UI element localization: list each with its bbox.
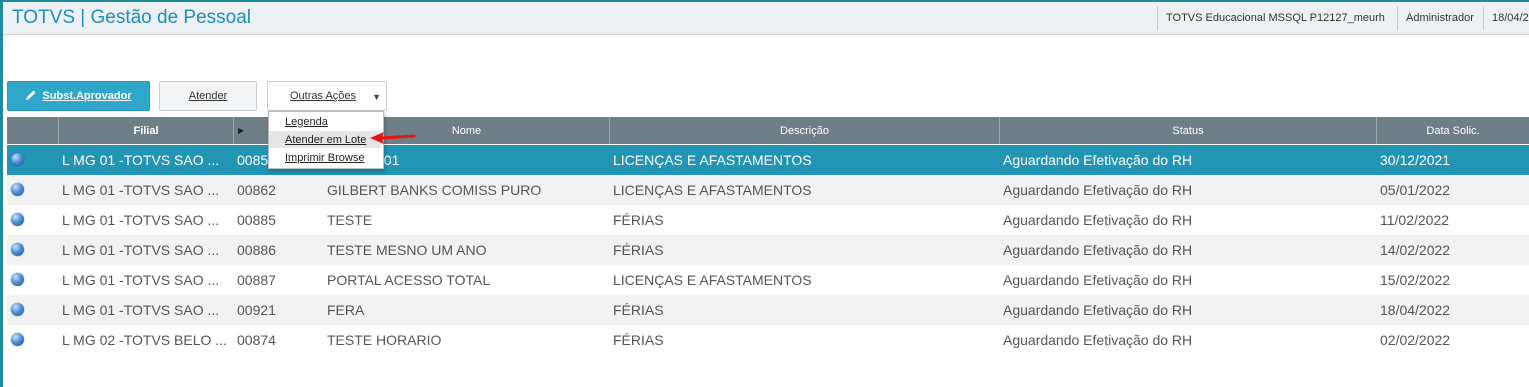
cell-data: 05/01/2022 (1380, 182, 1451, 198)
status-led-icon (11, 333, 24, 346)
menu-item-legenda[interactable]: Legenda (269, 113, 381, 130)
cell-data: 11/02/2022 (1380, 212, 1450, 228)
cell-status: Aguardando Efetivação do RH (1003, 272, 1193, 288)
table-row[interactable]: L MG 01 -TOTVS SAO ... 00862 GILBERT BANKS… (7, 175, 1529, 205)
cell-status: Aguardando Efetivação do RH (1003, 332, 1193, 348)
app-title: TOTVS | Gestão de Pessoal (12, 7, 252, 28)
column-header-legend[interactable] (7, 117, 59, 144)
cell-nome: TESTE HORARIO (327, 332, 442, 348)
cell-nome: GILBERT BANKS COMISS PURO (327, 182, 542, 198)
cell-status: Aguardando Efetivação do RH (1003, 182, 1193, 198)
subst-aprovador-button[interactable]: Subst.Aprovador (7, 81, 150, 111)
cell-codigo: 00862 (237, 182, 276, 198)
cell-codigo: 00885 (237, 212, 276, 228)
table-row[interactable]: L MG 01 -TOTVS SAO ... 00885 TESTE FÉRIAS Ag… (7, 205, 1529, 235)
status-led-icon (11, 213, 24, 226)
pencil-icon (25, 89, 39, 104)
menu-item-label: Legenda (285, 115, 328, 128)
cell-status: Aguardando Efetivação do RH (1003, 302, 1193, 318)
column-header-status[interactable]: Status (1000, 117, 1377, 144)
cell-filial: L MG 01 -TOTVS SAO ... (62, 152, 220, 168)
cell-descricao: LICENÇAS E AFASTAMENTOS (613, 272, 812, 288)
cell-filial: L MG 01 -TOTVS SAO ... (62, 212, 220, 228)
table-row[interactable]: L MG 02 -TOTVS BELO ... 00874 TESTE HORARI… (7, 325, 1529, 355)
status-led-icon (11, 183, 24, 196)
outras-acoes-dropdown[interactable]: Outras Ações ▼ (267, 81, 387, 111)
cell-descricao: FÉRIAS (613, 332, 664, 348)
table-row[interactable]: L MG 01 -TOTVS SAO ... 00921 FERA FÉRIAS Agu… (7, 295, 1529, 325)
cell-status: Aguardando Efetivação do RH (1003, 152, 1193, 168)
cell-data: 14/02/2022 (1380, 242, 1451, 258)
user-label[interactable]: Administrador (1397, 6, 1478, 30)
environment-label: TOTVS Educacional MSSQL P12127_meurh (1157, 6, 1390, 30)
cell-descricao: LICENÇAS E AFASTAMENTOS (613, 152, 812, 168)
subst-aprovador-label: Subst.Aprovador (42, 90, 132, 102)
cell-data: 15/02/2022 (1380, 272, 1451, 288)
table-row[interactable]: L MG 01 -TOTVS SAO ...00851TESTE 101LICE… (7, 145, 1529, 175)
cell-descricao: LICENÇAS E AFASTAMENTOS (613, 182, 812, 198)
status-led-icon (11, 243, 24, 256)
red-arrow-icon (368, 129, 416, 152)
cell-codigo: 00886 (237, 242, 276, 258)
cell-data: 30/12/2021 (1380, 152, 1451, 168)
column-header-descricao[interactable]: Descrição (610, 117, 1000, 144)
column-header-data[interactable]: Data Solic. (1377, 117, 1529, 144)
atender-label: Atender (188, 90, 228, 102)
cell-nome: PORTAL ACESSO TOTAL (327, 272, 491, 288)
cell-descricao: FÉRIAS (613, 212, 664, 228)
outras-acoes-menu: Legenda Atender em Lote Imprimir Browse (268, 111, 384, 169)
menu-item-atender-em-lote[interactable]: Atender em Lote (269, 131, 381, 148)
cell-filial: L MG 01 -TOTVS SAO ... (62, 182, 220, 198)
outras-acoes-label: Outras Ações (290, 90, 357, 102)
cell-filial: L MG 02 -TOTVS BELO ... (62, 332, 227, 348)
chevron-down-icon: ▼ (372, 92, 381, 102)
cell-filial: L MG 01 -TOTVS SAO ... (62, 242, 220, 258)
cell-data: 02/02/2022 (1380, 332, 1451, 348)
menu-item-imprimir-browse[interactable]: Imprimir Browse (269, 149, 381, 166)
table-row[interactable]: L MG 01 -TOTVS SAO ... 00887 PORTAL ACESSO… (7, 265, 1529, 295)
cell-nome: FERA (327, 302, 365, 318)
cell-status: Aguardando Efetivação do RH (1003, 242, 1193, 258)
cell-nome: TESTE MESNO UM ANO (327, 242, 487, 258)
cell-descricao: FÉRIAS (613, 242, 664, 258)
sort-arrow-icon: ▶ (238, 126, 245, 135)
menu-item-label: Imprimir Browse (285, 151, 365, 164)
cell-codigo: 00887 (237, 272, 276, 288)
column-header-filial[interactable]: Filial (59, 117, 234, 144)
table-row[interactable]: L MG 01 -TOTVS SAO ... 00886 TESTE MESNO U… (7, 235, 1529, 265)
cell-codigo: 00921 (237, 302, 276, 318)
status-led-icon (11, 303, 24, 316)
grid-header: Filial ▶ Nome Descrição Status Data Soli… (7, 117, 1529, 144)
left-border (0, 0, 3, 387)
status-led-icon (11, 273, 24, 286)
cell-filial: L MG 01 -TOTVS SAO ... (62, 272, 220, 288)
app-header: TOTVS | Gestão de Pessoal TOTVS Educacio… (3, 2, 1529, 35)
menu-item-label: Atender em Lote (285, 133, 367, 146)
cell-codigo: 00874 (237, 332, 276, 348)
atender-button[interactable]: Atender (159, 81, 257, 111)
date-label: 18/04/20 (1483, 6, 1529, 30)
cell-filial: L MG 01 -TOTVS SAO ... (62, 302, 220, 318)
status-led-icon (11, 153, 24, 166)
cell-descricao: FÉRIAS (613, 302, 664, 318)
cell-status: Aguardando Efetivação do RH (1003, 212, 1193, 228)
cell-nome: TESTE (327, 212, 373, 228)
cell-data: 18/04/2022 (1380, 302, 1451, 318)
